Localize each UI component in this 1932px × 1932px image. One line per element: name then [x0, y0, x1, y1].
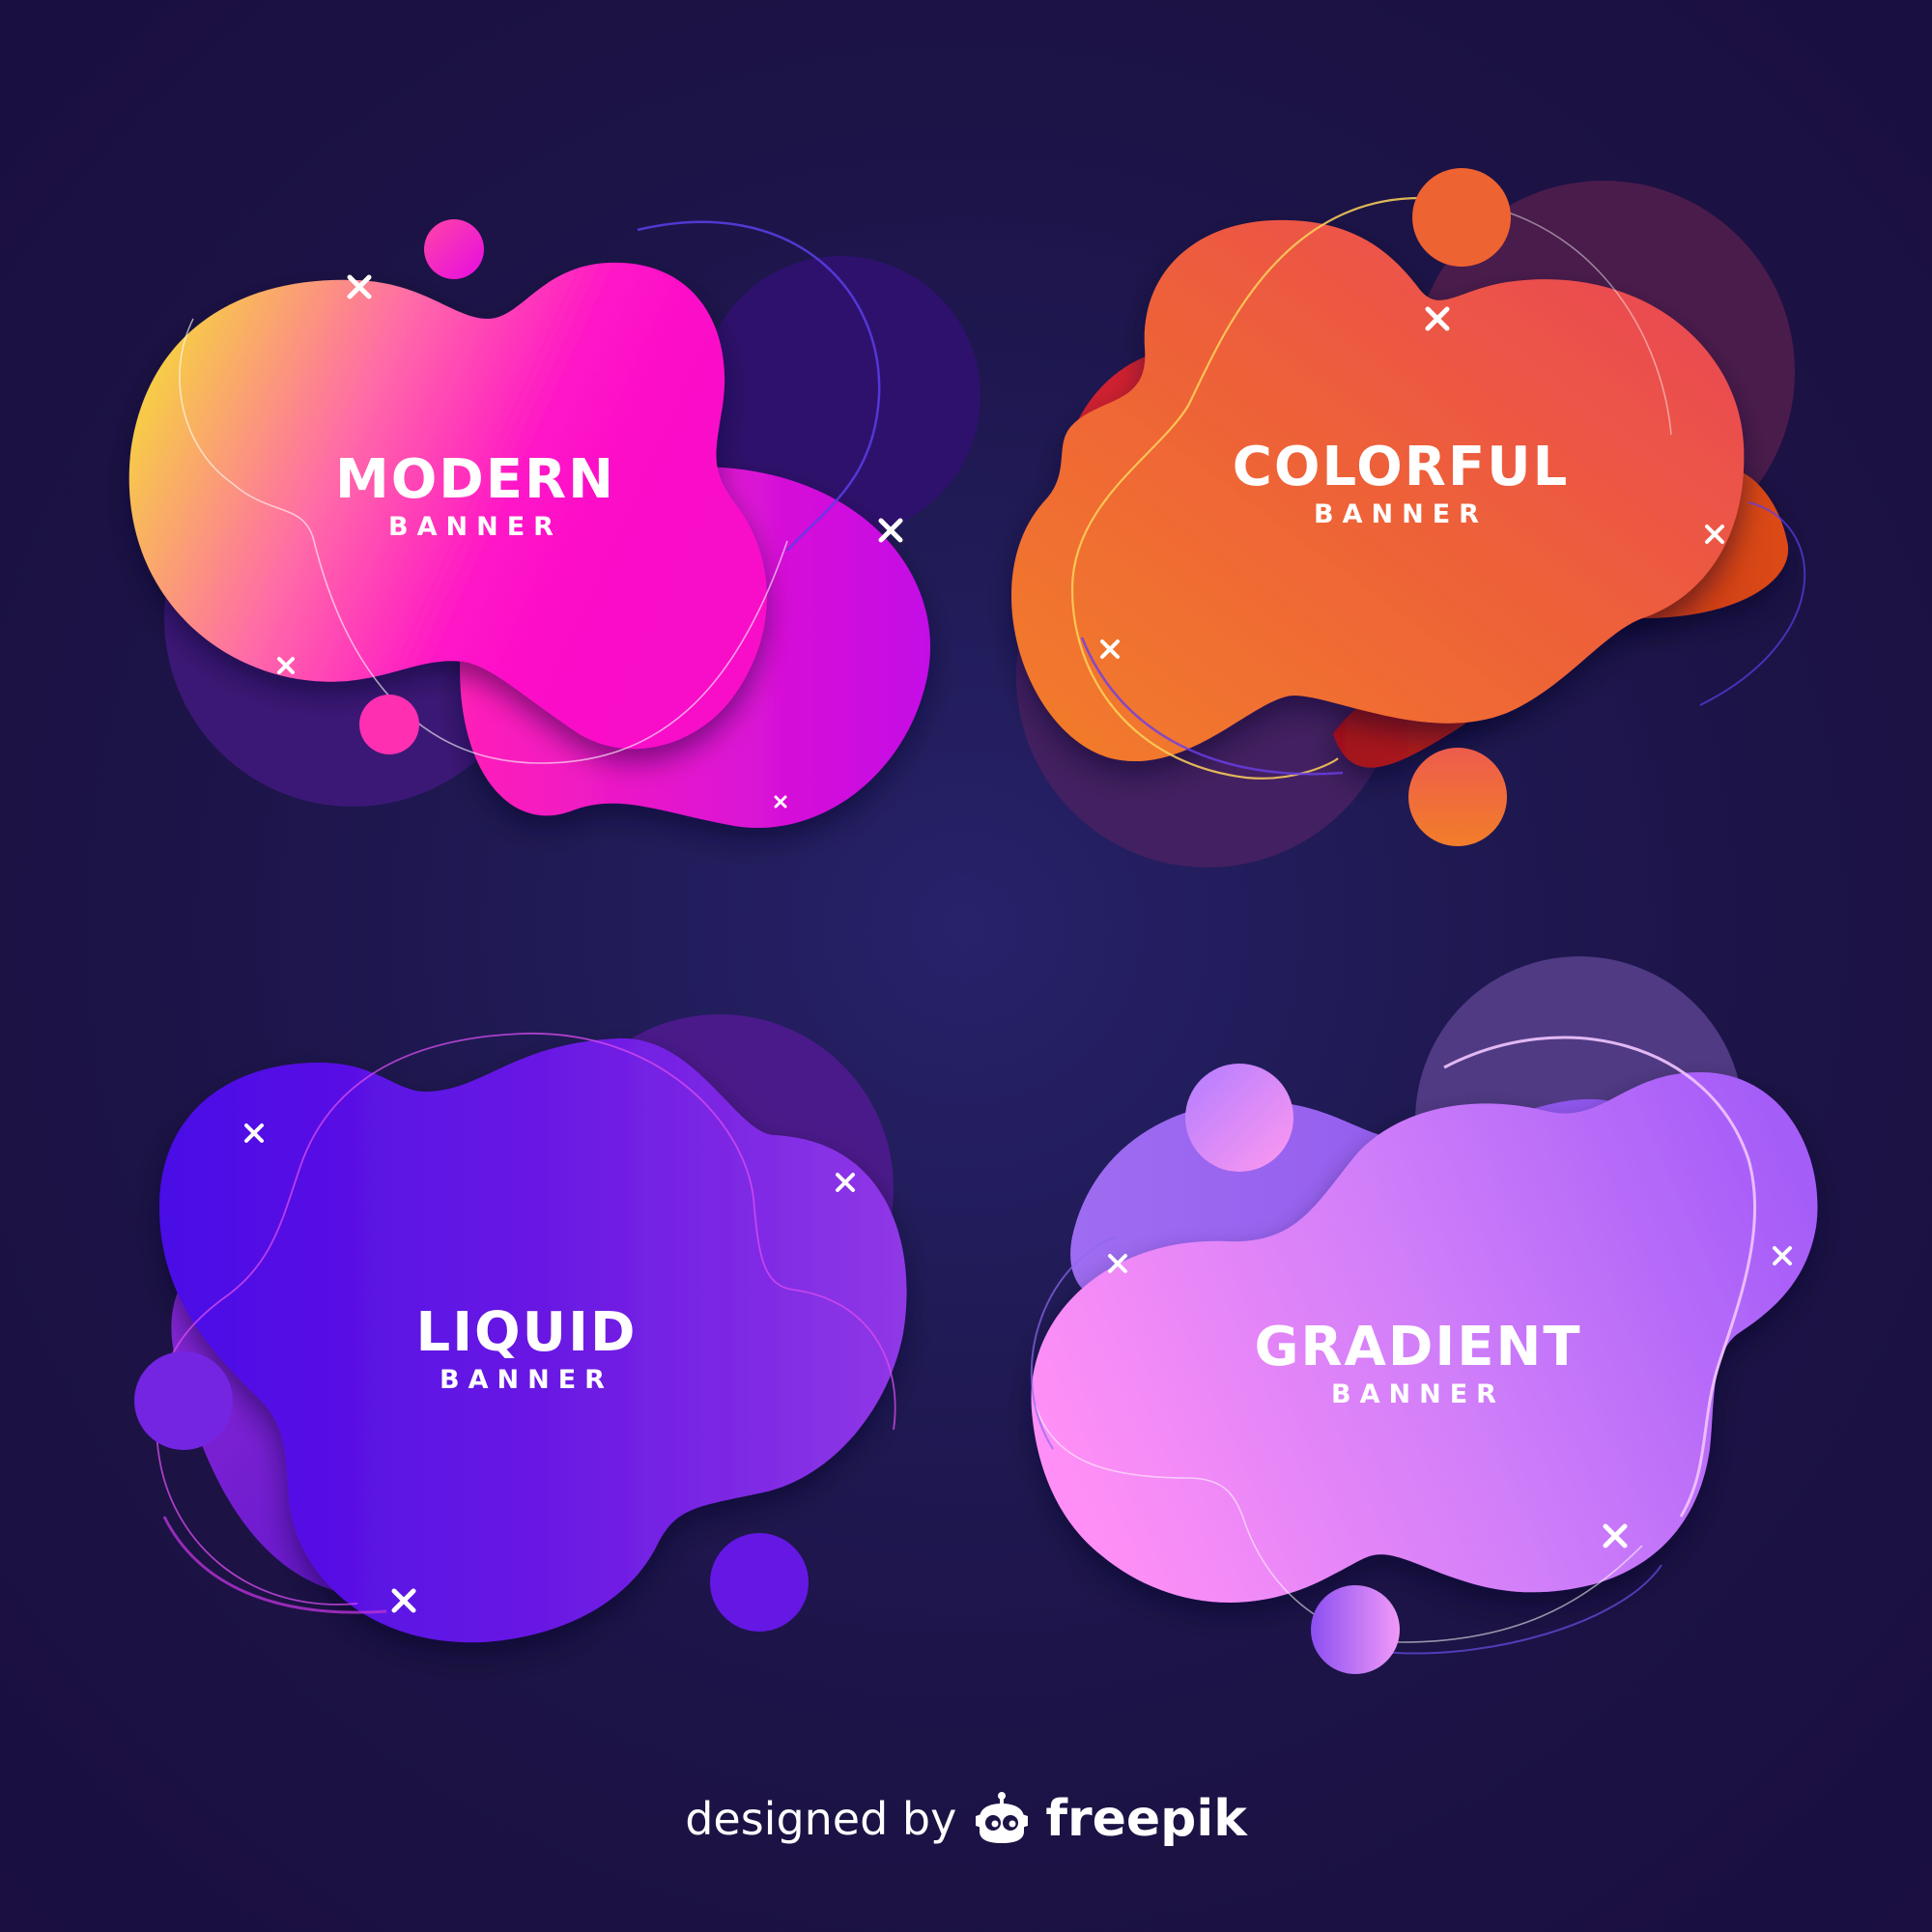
colorful-banner-label: COLORFUL BANNER — [1208, 437, 1594, 531]
banner-subtitle: BANNER — [1331, 1379, 1505, 1409]
modern-dot-bottom — [359, 695, 419, 754]
colorful-dot-top — [1412, 168, 1511, 267]
banner-title: GRADIENT — [1254, 1316, 1582, 1378]
banner-title: MODERN — [334, 448, 616, 511]
banner-subtitle: BANNER — [388, 512, 562, 542]
gradient-dot-bottom — [1311, 1585, 1400, 1674]
modern-banner-label: MODERN BANNER — [282, 449, 668, 544]
gradient-dot-top — [1185, 1064, 1293, 1172]
credit-prefix: designed by — [685, 1793, 957, 1845]
liquid-banner-label: LIQUID BANNER — [333, 1302, 720, 1397]
liquid-dot-right — [710, 1533, 809, 1632]
modern-dot-top — [424, 219, 484, 279]
credit-brand: freepik — [1045, 1790, 1247, 1848]
banner-subtitle: BANNER — [440, 1365, 613, 1395]
banner-subtitle: BANNER — [1314, 499, 1488, 529]
banner-title: LIQUID — [415, 1301, 638, 1364]
liquid-dot-left — [134, 1351, 233, 1450]
gradient-banner-label: GRADIENT BANNER — [1225, 1317, 1611, 1411]
colorful-dot-bottom — [1408, 748, 1507, 846]
credit-line: designed by freepik — [0, 1785, 1932, 1853]
banner-title: COLORFUL — [1232, 436, 1570, 498]
artwork — [128, 168, 1818, 1674]
freepik-logo-icon — [976, 1792, 1029, 1843]
